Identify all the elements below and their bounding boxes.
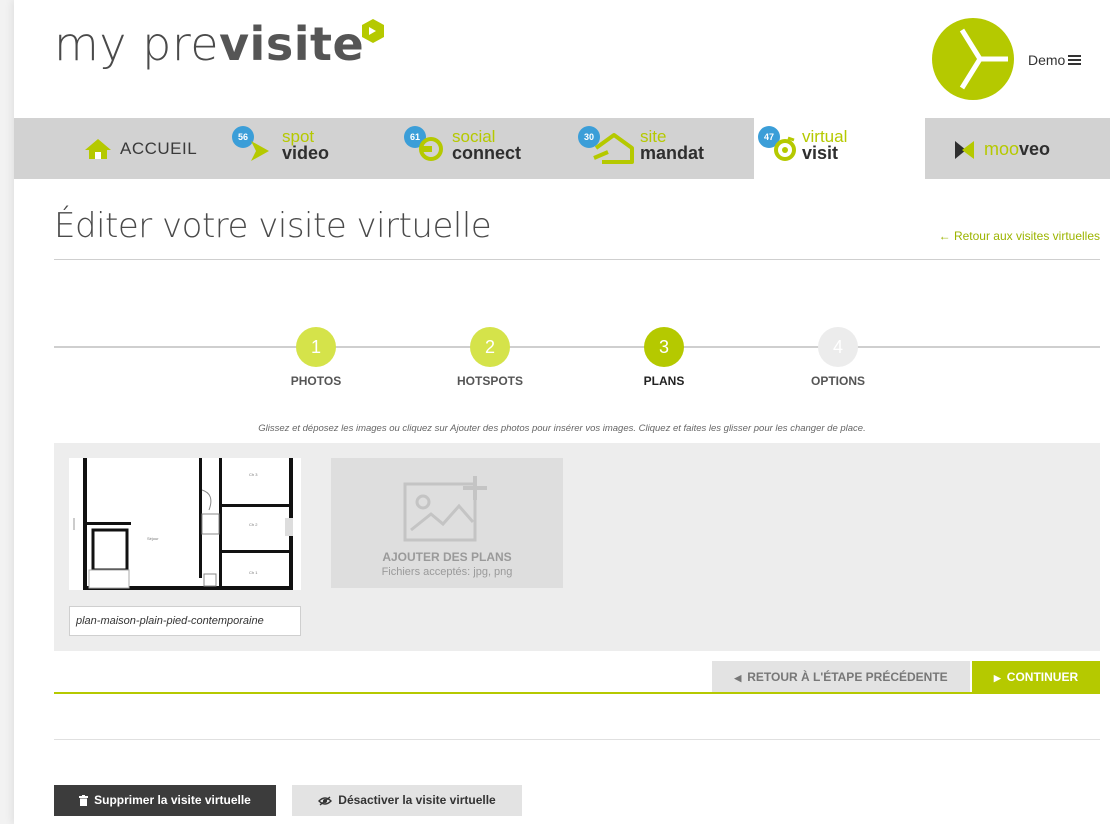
add-plans-button[interactable]: AJOUTER DES PLANS Fichiers acceptés: jpg… (331, 458, 563, 588)
continue-button[interactable]: ▶ CONTINUER (972, 661, 1100, 693)
plan-thumbnail[interactable]: Séjour Ch 3 Ch 2 Ch 1 (69, 458, 301, 590)
divider (54, 692, 1100, 694)
nav-social-connect[interactable]: 61 social connect (396, 118, 546, 179)
upload-hint: Glissez et déposez les images ou cliquez… (258, 423, 866, 434)
step-2-label: HOTSPOTS (456, 374, 523, 388)
nav-spot-video[interactable]: 56 spot video (224, 118, 354, 179)
hamburger-icon (1068, 55, 1082, 65)
page-title: Éditer votre visite virtuelle (54, 206, 492, 246)
header: my previsite Demo (14, 0, 1110, 118)
caret-right-icon: ▶ (993, 672, 1001, 683)
mooveo-label: mooveo (984, 139, 1050, 159)
svg-text:Séjour: Séjour (147, 536, 159, 541)
play-arrow-icon (251, 141, 269, 161)
nav-product-bottom: visit (802, 143, 839, 163)
previous-step-label: RETOUR À L'ÉTAPE PRÉCÉDENTE (747, 670, 948, 684)
svg-text:Ch 3: Ch 3 (249, 472, 258, 477)
house-icon (593, 133, 634, 164)
caret-left-icon: ◀ (734, 672, 742, 683)
step-1-circle[interactable]: 1 (296, 327, 336, 367)
floor-plan-image: Séjour Ch 3 Ch 2 Ch 1 (69, 458, 301, 590)
stepper-track (54, 346, 1100, 348)
home-icon (85, 139, 111, 159)
connect-circle-icon (419, 137, 443, 161)
previous-step-button[interactable]: ◀ RETOUR À L'ÉTAPE PRÉCÉDENTE (712, 661, 970, 693)
nav-site-mandat[interactable]: 30 site mandat (570, 118, 730, 179)
deactivate-visit-button[interactable]: Désactiver la visite virtuelle (292, 785, 522, 816)
mooveo-logo-icon (955, 141, 974, 159)
main-nav: ACCUEIL 56 spot video 61 social connect … (14, 118, 1110, 179)
back-link[interactable]: ← Retour aux visites virtuelles (939, 229, 1100, 243)
user-name: Demo (1028, 52, 1066, 68)
mooveo-bold: veo (1019, 139, 1051, 159)
svg-text:Ch 1: Ch 1 (249, 570, 258, 575)
trash-icon (79, 795, 89, 807)
step-3-circle[interactable]: 3 (644, 327, 684, 367)
logo-bold-text: visite (219, 17, 365, 71)
nav-home-label: ACCUEIL (120, 139, 198, 158)
step-4-circle[interactable]: 4 (818, 327, 858, 367)
page: my previsite Demo ACCUEIL 56 spot video … (14, 0, 1110, 824)
delete-visit-button[interactable]: Supprimer la visite virtuelle (54, 785, 276, 816)
add-image-icon (403, 476, 487, 542)
step-4-label: OPTIONS (810, 374, 865, 388)
add-plans-subtitle: Fichiers acceptés: jpg, png (381, 566, 513, 578)
logo-light-text: my pre (54, 17, 220, 71)
upload-dropzone[interactable]: Séjour Ch 3 Ch 2 Ch 1 plan-maison-plain-… (54, 443, 1100, 651)
step-2-circle[interactable]: 2 (470, 327, 510, 367)
avatar[interactable] (932, 18, 1014, 100)
deactivate-visit-label: Désactiver la visite virtuelle (338, 793, 496, 807)
divider (54, 259, 1100, 260)
nav-product-bottom: mandat (640, 143, 705, 163)
mooveo-light: moo (984, 139, 1020, 159)
delete-visit-label: Supprimer la visite virtuelle (94, 793, 251, 807)
nav-mooveo[interactable]: mooveo (946, 118, 1096, 179)
step-3-label: PLANS (643, 374, 685, 388)
nav-product-bottom: connect (452, 143, 522, 163)
nav-home[interactable]: ACCUEIL (84, 138, 197, 160)
eye-slash-icon (318, 796, 333, 806)
plan-filename-field[interactable]: plan-maison-plain-pied-contemporaine (69, 606, 301, 636)
step-1-label: PHOTOS (290, 374, 342, 388)
app-logo[interactable]: my previsite (54, 14, 364, 74)
nav-virtual-visit[interactable]: 47 virtual visit (754, 118, 925, 179)
svg-text:Ch 2: Ch 2 (249, 522, 258, 527)
avatar-logo-icon (959, 28, 1008, 90)
add-plans-title: AJOUTER DES PLANS (382, 550, 512, 564)
eye-circle-icon (774, 136, 796, 161)
nav-product-bottom: video (282, 143, 330, 163)
user-menu[interactable]: Demo (1028, 52, 1082, 68)
logo-cube-icon (362, 19, 384, 43)
divider (54, 739, 1100, 740)
continue-label: CONTINUER (1006, 670, 1079, 684)
